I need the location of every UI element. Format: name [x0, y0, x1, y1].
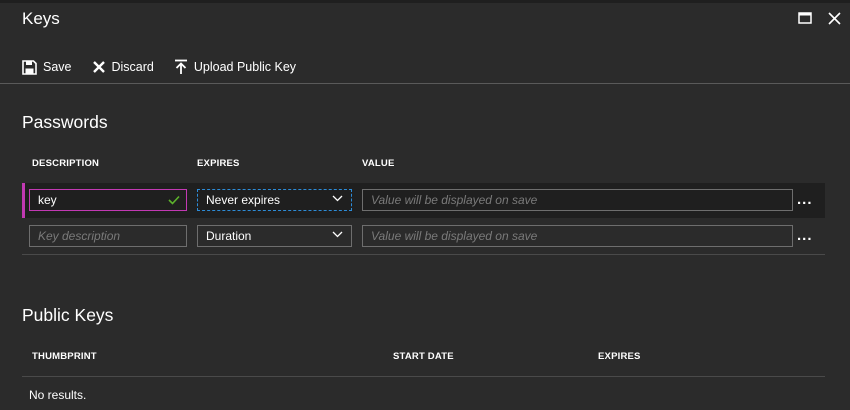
expires-select[interactable]: Never expires — [197, 189, 352, 211]
upload-icon — [174, 59, 187, 74]
key-description-input[interactable]: Key description — [29, 225, 187, 247]
column-header-start-date: START DATE — [393, 351, 454, 362]
expires-selected-value: Duration — [206, 229, 252, 243]
upload-label: Upload Public Key — [193, 60, 297, 74]
key-value-placeholder: Value will be displayed on save — [371, 193, 538, 207]
command-bar: Save Discard Upload Public Key — [22, 56, 316, 78]
key-description-placeholder: Key description — [38, 229, 121, 243]
public-keys-table-divider — [22, 376, 825, 377]
save-label: Save — [43, 60, 72, 74]
row-more-button[interactable]: ... — [797, 191, 813, 208]
key-description-value: key — [38, 193, 57, 207]
passwords-table-divider — [22, 254, 825, 255]
selected-row-indicator — [22, 183, 25, 218]
column-header-description: DESCRIPTION — [32, 158, 100, 169]
upload-public-key-button[interactable]: Upload Public Key — [174, 59, 296, 75]
empty-results-text: No results. — [29, 388, 87, 402]
column-header-expires: EXPIRES — [598, 351, 641, 362]
row-more-button[interactable]: ... — [797, 227, 813, 244]
close-icon — [827, 11, 841, 25]
close-button[interactable] — [824, 8, 844, 28]
column-header-value: VALUE — [362, 158, 395, 169]
discard-icon — [92, 61, 105, 73]
check-icon — [168, 195, 180, 205]
top-strip — [0, 0, 850, 3]
blade-title: Keys — [22, 9, 60, 28]
maximize-button[interactable] — [795, 8, 815, 28]
maximize-icon — [798, 12, 812, 24]
expires-selected-value: Never expires — [206, 193, 281, 207]
save-icon — [22, 59, 37, 75]
key-value-placeholder: Value will be displayed on save — [371, 229, 538, 243]
passwords-section-title: Passwords — [22, 112, 108, 132]
key-description-input[interactable]: key — [29, 189, 187, 211]
public-keys-section-title: Public Keys — [22, 305, 114, 325]
key-value-field[interactable]: Value will be displayed on save — [362, 225, 793, 247]
discard-button[interactable]: Discard — [92, 60, 154, 74]
discard-label: Discard — [111, 60, 154, 74]
column-header-expires: EXPIRES — [197, 158, 240, 169]
chevron-down-icon — [332, 231, 343, 238]
key-value-field[interactable]: Value will be displayed on save — [362, 189, 793, 211]
toolbar-divider — [0, 83, 850, 84]
column-header-thumbprint: THUMBPRINT — [32, 351, 97, 362]
chevron-down-icon — [332, 195, 343, 202]
save-button[interactable]: Save — [22, 59, 72, 75]
expires-select[interactable]: Duration — [197, 225, 352, 247]
